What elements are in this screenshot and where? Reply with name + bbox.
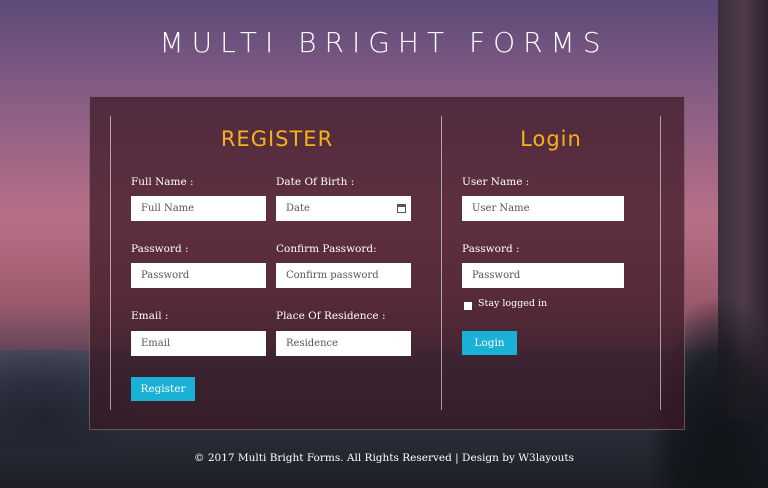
email-label: Email : — [131, 310, 169, 322]
login-button[interactable]: Login — [462, 331, 517, 355]
residence-label: Place Of Residence : — [276, 310, 386, 322]
residence-input[interactable] — [276, 331, 411, 356]
username-input[interactable] — [462, 196, 624, 221]
forms-panel: Register Full Name : Date Of Birth : Pas… — [89, 96, 685, 430]
dob-field — [276, 196, 411, 221]
panel-left-divider — [110, 116, 111, 410]
username-label: User Name : — [462, 176, 530, 188]
register-heading: Register — [220, 127, 334, 151]
stay-logged-in-label: Stay logged in — [478, 298, 548, 309]
page-title: Multi Bright Forms — [159, 26, 609, 59]
confirm-password-label: Confirm Password: — [276, 243, 377, 255]
dob-input[interactable] — [276, 196, 411, 221]
full-name-label: Full Name : — [131, 176, 194, 188]
dob-label: Date Of Birth : — [276, 176, 355, 188]
password-label: Password : — [131, 243, 189, 255]
panel-right-divider — [660, 116, 661, 410]
calendar-icon[interactable] — [397, 204, 406, 213]
register-password-input[interactable] — [131, 263, 266, 288]
email-input[interactable] — [131, 331, 266, 356]
stay-logged-in-checkbox[interactable] — [464, 302, 472, 310]
panel-center-divider — [441, 116, 442, 410]
login-heading: Login — [520, 127, 582, 151]
footer-copyright: © 2017 Multi Bright Forms. All Rights Re… — [194, 452, 574, 464]
register-button[interactable]: Register — [131, 377, 195, 401]
confirm-password-input[interactable] — [276, 263, 411, 288]
login-password-label: Password : — [462, 243, 520, 255]
full-name-input[interactable] — [131, 196, 266, 221]
login-password-input[interactable] — [462, 263, 624, 288]
